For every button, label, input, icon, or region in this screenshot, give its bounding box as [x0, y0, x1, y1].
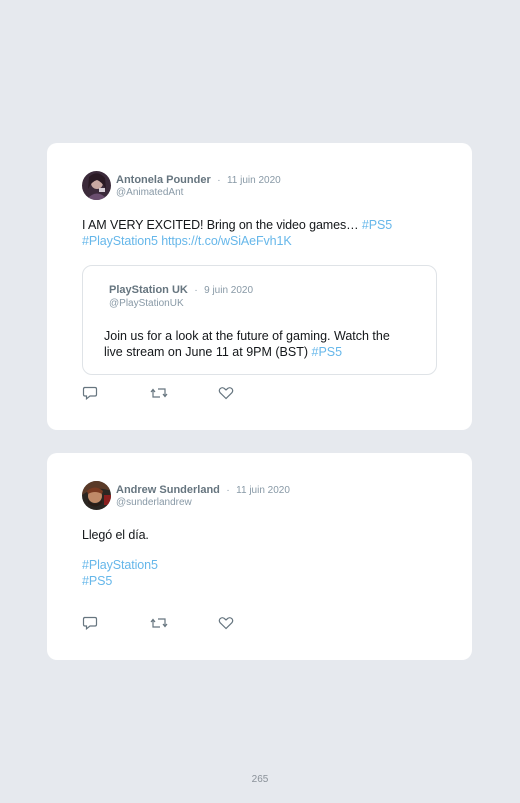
tweet-actions — [82, 386, 286, 400]
avatar[interactable] — [82, 171, 111, 200]
quoted-header: PlayStation UK · 9 juin 2020 @PlayStatio… — [109, 282, 253, 310]
reply-icon[interactable] — [82, 616, 150, 630]
retweet-icon[interactable] — [150, 386, 218, 400]
tweet-card: Andrew Sunderland · 11 juin 2020 @sunder… — [47, 453, 472, 660]
tweet-text: I AM VERY EXCITED! Bring on the video ga… — [82, 217, 442, 249]
quoted-date[interactable]: 9 juin 2020 — [204, 285, 253, 296]
tweet-actions — [82, 616, 286, 630]
author-handle[interactable]: @AnimatedAnt — [116, 187, 281, 199]
like-icon[interactable] — [218, 616, 286, 630]
tweet-text: Llegó el día. #PlayStation5 #PS5 — [82, 527, 442, 589]
quoted-text: Join us for a look at the future of gami… — [104, 328, 416, 360]
hashtag-link[interactable]: #PS5 — [312, 345, 343, 359]
hashtag-link[interactable]: #PS5 — [362, 218, 392, 232]
retweet-icon[interactable] — [150, 616, 218, 630]
quoted-tweet[interactable]: PlayStation UK · 9 juin 2020 @PlayStatio… — [82, 265, 437, 375]
quoted-handle[interactable]: @PlayStationUK — [109, 297, 253, 310]
tweet-card: Antonela Pounder · 11 juin 2020 @Animate… — [47, 143, 472, 430]
quoted-text-line: live stream on June 11 at 9PM (BST) — [104, 345, 312, 359]
reply-icon[interactable] — [82, 386, 150, 400]
quoted-text-line: Join us for a look at the future of gami… — [104, 329, 390, 343]
tweet-header: Andrew Sunderland · 11 juin 2020 @sunder… — [82, 481, 290, 510]
hashtag-link[interactable]: #PlayStation5 — [82, 557, 442, 573]
hashtag-link[interactable]: #PS5 — [82, 573, 442, 589]
tweet-date[interactable]: 11 juin 2020 — [236, 485, 290, 496]
separator-dot: · — [194, 285, 198, 296]
author-handle[interactable]: @sunderlandrew — [116, 497, 290, 509]
separator-dot: · — [217, 174, 221, 186]
quoted-author-name[interactable]: PlayStation UK — [109, 284, 188, 296]
tweet-text-line: Llegó el día. — [82, 528, 149, 542]
tweet-link[interactable]: #PlayStation5 https://t.co/wSiAeFvh1K — [82, 234, 292, 248]
tweet-header: Antonela Pounder · 11 juin 2020 @Animate… — [82, 171, 281, 200]
avatar[interactable] — [82, 481, 111, 510]
author-name[interactable]: Antonela Pounder — [116, 174, 211, 186]
author-name[interactable]: Andrew Sunderland — [116, 484, 220, 496]
separator-dot: · — [226, 484, 230, 496]
tweet-date[interactable]: 11 juin 2020 — [227, 175, 281, 186]
page-number: 265 — [251, 774, 269, 785]
like-icon[interactable] — [218, 386, 286, 400]
tweet-text-line: I AM VERY EXCITED! Bring on the video ga… — [82, 218, 362, 232]
